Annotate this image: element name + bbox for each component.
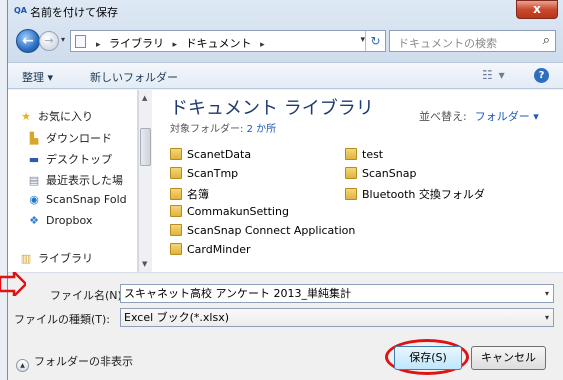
- list-item[interactable]: test: [345, 148, 383, 164]
- scroll-down-icon[interactable]: ▼: [142, 260, 147, 268]
- nav-scansnap-folder[interactable]: ◉ ScanSnap Fold: [26, 193, 126, 211]
- breadcrumb: ▸ ライブラリ ▸ ドキュメント ▸: [91, 35, 270, 51]
- command-bar: 整理 ▾ 新しいフォルダー ☷ ▾ ?: [8, 62, 563, 89]
- back-button[interactable]: ←: [16, 29, 40, 53]
- filename-label: ファイル名(N):: [50, 289, 126, 302]
- folder-icon: [170, 167, 182, 179]
- breadcrumb-library[interactable]: ライブラリ: [109, 37, 164, 50]
- list-item[interactable]: 名簿: [170, 186, 209, 202]
- sort-dropdown[interactable]: フォルダー ▾: [475, 110, 539, 123]
- filetype-label: ファイルの種類(T):: [14, 313, 111, 326]
- chevron-right-icon: ▸: [172, 40, 178, 50]
- refresh-icon[interactable]: ↻: [365, 31, 385, 51]
- save-button[interactable]: 保存(S): [394, 346, 462, 370]
- new-folder-button[interactable]: 新しいフォルダー: [90, 69, 178, 85]
- address-bar[interactable]: ▸ ライブラリ ▸ ドキュメント ▸ ▾ ↻: [70, 30, 386, 52]
- list-item[interactable]: ScanSnap: [345, 167, 416, 183]
- recent-places-icon: ▤: [28, 174, 40, 187]
- list-item[interactable]: CardMinder: [170, 243, 251, 259]
- scrollbar-thumb[interactable]: [140, 128, 151, 166]
- filename-field[interactable]: スキャネット高校 アンケート 2013_単純集計 ▾: [120, 284, 554, 303]
- library-icon: ▥: [20, 252, 32, 265]
- nav-recent-places[interactable]: ▤ 最近表示した場: [26, 172, 123, 190]
- folder-icon: [345, 167, 357, 179]
- filetype-select[interactable]: Excel ブック(*.xlsx) ▾: [120, 308, 554, 327]
- dropbox-icon: ❖: [29, 214, 39, 227]
- nav-dropbox[interactable]: ❖ Dropbox: [26, 214, 92, 232]
- star-icon: ★: [21, 110, 31, 123]
- history-dropdown-icon[interactable]: ▾: [61, 35, 65, 44]
- chevron-down-icon[interactable]: ▾: [545, 285, 549, 302]
- scansnap-icon: ◉: [29, 193, 39, 206]
- window-title: 名前を付けて保存: [30, 6, 118, 19]
- folder-icon: [170, 224, 182, 236]
- list-item[interactable]: ScanTmp: [170, 167, 238, 183]
- list-item[interactable]: CommakunSetting: [170, 205, 289, 221]
- nav-downloads[interactable]: ▙ ダウンロード: [26, 130, 112, 148]
- navigation-pane: ★ お気に入り ▙ ダウンロード ▬ デスクトップ ▤ 最近表示した場 ◉ ScanSna…: [8, 90, 138, 272]
- folder-icon: [345, 188, 357, 200]
- breadcrumb-documents[interactable]: ドキュメント: [186, 37, 252, 50]
- scroll-up-icon[interactable]: ▲: [142, 94, 147, 102]
- folder-icon: [345, 148, 357, 160]
- library-title: ドキュメント ライブラリ: [170, 98, 374, 119]
- address-page-icon: [75, 35, 86, 48]
- navigation-scrollbar[interactable]: ▲ ▼: [138, 90, 152, 272]
- search-box[interactable]: ドキュメントの検索 ⌕: [389, 30, 556, 52]
- file-list-pane: ドキュメント ライブラリ 対象フォルダー: 2 か所 並べ替え: フォルダー ▾ …: [152, 90, 563, 272]
- forward-button[interactable]: →: [39, 31, 59, 51]
- nav-favorites[interactable]: ★ お気に入り: [18, 108, 93, 126]
- red-arrow-annotation: [0, 272, 26, 296]
- search-input[interactable]: ドキュメントの検索: [398, 35, 497, 51]
- chevron-down-icon[interactable]: ▾: [545, 309, 549, 326]
- app-icon: QA: [14, 6, 27, 15]
- nav-libraries[interactable]: ▥ ライブラリ: [18, 250, 93, 268]
- list-item[interactable]: ScanetData: [170, 148, 251, 164]
- desktop-icon: ▬: [28, 153, 40, 166]
- chevron-right-icon: ▸: [260, 40, 265, 50]
- folder-icon: [170, 243, 182, 255]
- help-icon[interactable]: ?: [534, 68, 549, 83]
- nav-desktop[interactable]: ▬ デスクトップ: [26, 151, 112, 169]
- close-button[interactable]: x: [516, 0, 558, 19]
- organize-menu[interactable]: 整理 ▾: [22, 69, 53, 85]
- save-as-dialog: QA 名前を付けて保存 x ← → ▾ ▸ ライブラリ ▸ ドキュメント ▸ ▾…: [7, 0, 563, 380]
- download-folder-icon: ▙: [29, 132, 39, 145]
- folder-icon: [170, 188, 182, 200]
- chevron-up-icon: ▲: [16, 359, 29, 372]
- target-folders: 対象フォルダー: 2 か所: [170, 124, 277, 135]
- folder-icon: [170, 205, 182, 217]
- search-icon[interactable]: ⌕: [543, 33, 550, 48]
- title-bar: QA 名前を付けて保存 x: [8, 0, 563, 22]
- list-item[interactable]: Bluetooth 交換フォルダ: [345, 186, 485, 202]
- folder-icon: [170, 148, 182, 160]
- hide-folders-toggle[interactable]: ▲ フォルダーの非表示: [16, 353, 133, 372]
- cancel-button[interactable]: キャンセル: [471, 346, 546, 370]
- chevron-right-icon: ▸: [96, 40, 101, 50]
- save-options-area: ファイル名(N): スキャネット高校 アンケート 2013_単純集計 ▾ ファイ…: [8, 272, 563, 380]
- sort-control: 並べ替え: フォルダー ▾: [419, 110, 539, 123]
- view-options-icon[interactable]: ☷ ▾: [482, 68, 506, 82]
- target-folders-link[interactable]: 2 か所: [247, 124, 277, 135]
- list-item[interactable]: ScanSnap Connect Application: [170, 224, 355, 240]
